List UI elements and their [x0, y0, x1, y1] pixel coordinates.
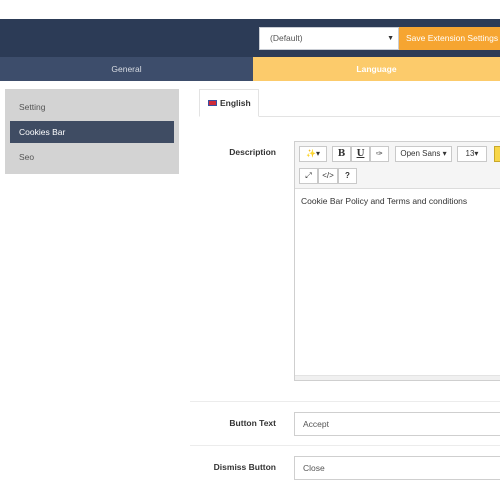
help-icon[interactable]: ?: [338, 168, 357, 184]
highlight-color-icon[interactable]: [494, 146, 500, 162]
language-tab-label: English: [220, 98, 251, 108]
font-family-select[interactable]: Open Sans ▾: [395, 146, 452, 162]
sidebar-item-setting[interactable]: Setting: [10, 96, 174, 118]
sidebar-item-cookies-bar[interactable]: Cookies Bar: [10, 121, 174, 143]
button-text-input[interactable]: Accept: [294, 412, 500, 436]
form-divider: [190, 445, 500, 446]
code-view-icon[interactable]: </>: [318, 168, 338, 184]
button-text-label: Button Text: [229, 418, 276, 428]
save-extension-settings-button[interactable]: Save Extension Settings: [399, 27, 500, 50]
uk-flag-icon: [208, 99, 217, 106]
tab-general[interactable]: General: [0, 57, 253, 81]
editor-toolbar: ✨▾ B U ✑ Open Sans ▾ 13▾ ⤢ </> ?: [295, 142, 500, 189]
editor-content[interactable]: Cookie Bar Policy and Terms and conditio…: [301, 196, 467, 206]
store-select[interactable]: (Default) ▼: [259, 27, 399, 50]
sidebar-item-seo[interactable]: Seo: [10, 146, 174, 168]
eraser-icon[interactable]: ✑: [370, 146, 389, 162]
underline-button[interactable]: U: [351, 146, 370, 162]
language-tab-divider: [259, 116, 500, 117]
magic-wand-icon[interactable]: ✨▾: [299, 146, 327, 162]
description-label: Description: [229, 147, 276, 157]
main-tabs: General Language: [0, 57, 500, 81]
language-tab-english[interactable]: English: [199, 89, 259, 117]
store-select-value: (Default): [270, 33, 303, 43]
bold-button[interactable]: B: [332, 146, 351, 162]
sidebar-nav: Setting Cookies Bar Seo: [5, 89, 179, 174]
editor-resize-bar[interactable]: [295, 375, 500, 380]
dismiss-button-label: Dismiss Button: [213, 462, 276, 472]
tab-language[interactable]: Language: [253, 57, 500, 81]
font-size-select[interactable]: 13▾: [457, 146, 487, 162]
description-editor[interactable]: ✨▾ B U ✑ Open Sans ▾ 13▾ ⤢ </> ? Cookie …: [294, 141, 500, 381]
form-divider: [190, 401, 500, 402]
extension-settings-page: (Default) ▼ Save Extension Settings Gene…: [0, 0, 500, 500]
dismiss-button-input[interactable]: Close: [294, 456, 500, 480]
fullscreen-icon[interactable]: ⤢: [299, 168, 318, 184]
chevron-down-icon: ▼: [387, 35, 394, 42]
